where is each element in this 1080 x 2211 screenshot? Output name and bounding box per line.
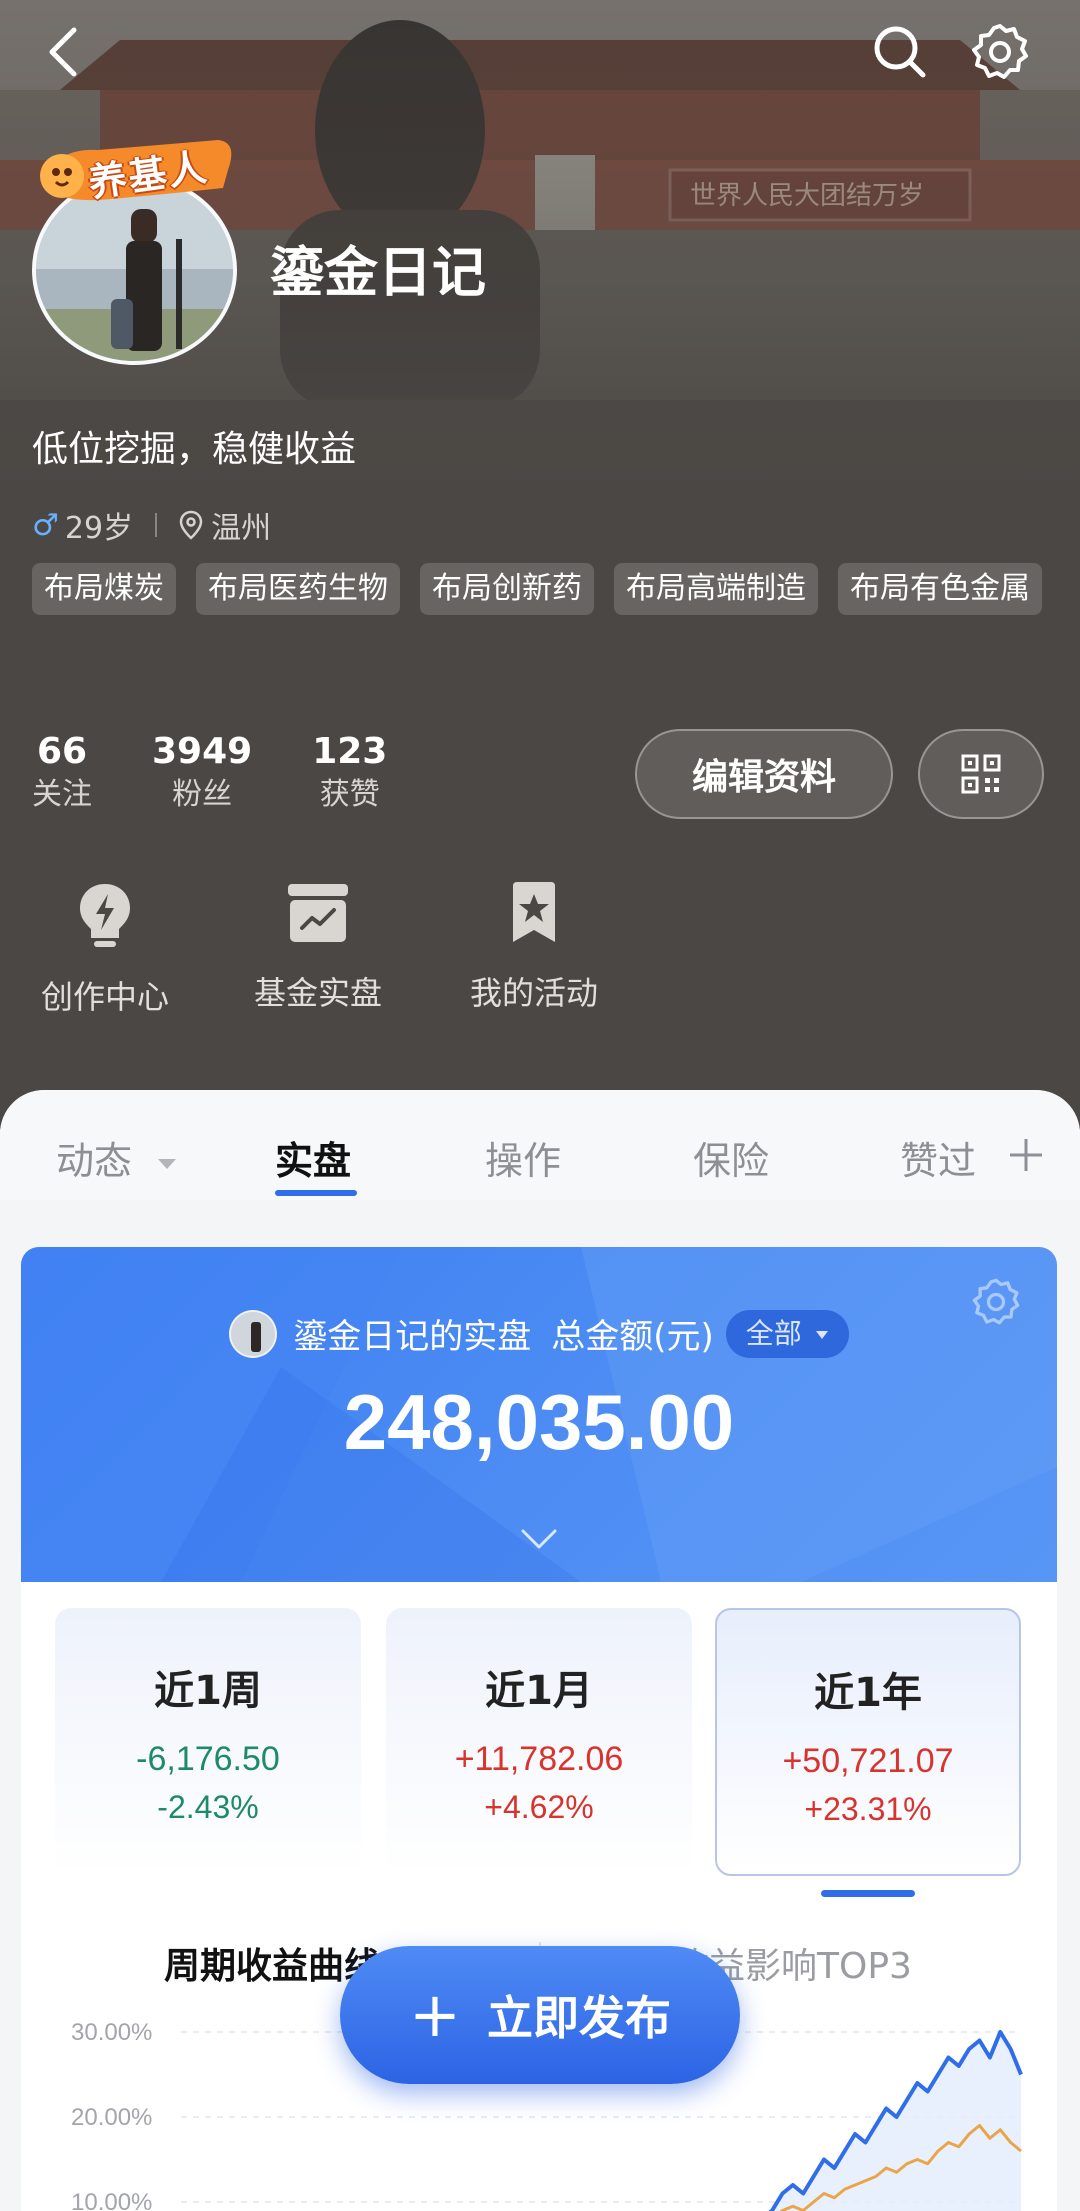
avatar-badge: 养基人 — [28, 130, 243, 210]
total-amount: 248,035.00 — [343, 1378, 735, 1466]
shortcut-bar: 创作中心 基金实盘 我的活动 — [20, 880, 662, 1018]
shortcut-label: 基金实盘 — [253, 974, 382, 1012]
perf-period: 近1周 — [154, 1668, 262, 1714]
tag-item[interactable]: 布局创新药 — [420, 563, 594, 615]
tag-item[interactable]: 布局煤炭 — [32, 563, 176, 615]
plus-icon[interactable] — [1008, 1137, 1044, 1173]
stat-label: 获赞 — [319, 777, 380, 812]
caret-down-icon — [158, 1158, 177, 1169]
scope-label: 全部 — [745, 1316, 802, 1350]
total-label: 总金额(元) — [551, 1317, 714, 1357]
settings-button[interactable] — [960, 12, 1040, 92]
y-tick-label: 10.00% — [71, 2189, 152, 2211]
location: 温州 — [211, 511, 272, 546]
tab-liked[interactable]: 赞过 — [900, 1130, 976, 1185]
profile-stats: 66 关注 3949 粉丝 123 获赞 — [32, 730, 447, 816]
stat-label: 粉丝 — [172, 777, 233, 812]
perf-percent: +23.31% — [804, 1791, 932, 1827]
tab-insurance[interactable]: 保险 — [693, 1130, 769, 1185]
scope-selector[interactable]: 全部 — [725, 1309, 849, 1358]
shortcut-my-activities[interactable]: 我的活动 — [446, 880, 622, 1018]
perf-card-month[interactable]: 近1月 +11,782.06 +4.62% — [386, 1608, 692, 1876]
tab-feed[interactable]: 动态 — [56, 1130, 178, 1185]
y-tick-label: 20.00% — [71, 2104, 152, 2131]
bio: 低位挖掘，稳健收益 — [32, 429, 357, 470]
portfolio-title-row: 鎏金日记的实盘 总金额(元) 全部 — [21, 1309, 1057, 1358]
stat-number: 66 — [36, 731, 88, 772]
profile-meta: ♂ 29岁 温州 — [32, 503, 271, 547]
chevron-left-icon — [49, 27, 77, 77]
series-area — [741, 2032, 1021, 2211]
perf-percent: +4.62% — [484, 1789, 594, 1825]
caret-down-icon — [815, 1330, 828, 1339]
username: 鎏金日记 — [270, 241, 486, 304]
search-button[interactable] — [860, 12, 940, 92]
tab-operations[interactable]: 操作 — [485, 1130, 561, 1185]
stat-number: 3949 — [152, 731, 253, 772]
y-tick-label: 30.00% — [71, 2019, 152, 2046]
shortcut-fund-portfolio[interactable]: 基金实盘 — [230, 880, 406, 1018]
tag-item[interactable]: 布局医药生物 — [196, 563, 400, 615]
tab-label: 动态 — [56, 1139, 133, 1183]
chart-box-icon — [288, 884, 348, 942]
location-pin-icon — [179, 510, 203, 540]
edit-profile-button[interactable]: 编辑资料 — [635, 729, 893, 819]
tag-list: 布局煤炭 布局医药生物 布局创新药 布局高端制造 布局有色金属 — [32, 563, 1042, 615]
perf-amount: +11,782.06 — [454, 1740, 624, 1778]
age: 29岁 — [64, 511, 134, 546]
perf-card-year[interactable]: 近1年 +50,721.07 +23.31% — [715, 1608, 1021, 1876]
stat-label: 关注 — [32, 777, 92, 812]
mini-avatar — [229, 1309, 278, 1358]
active-tab-indicator — [275, 1190, 357, 1196]
selected-period-indicator — [821, 1890, 915, 1897]
perf-percent: -2.43% — [157, 1789, 259, 1825]
back-button[interactable] — [22, 12, 102, 92]
gender-male-icon: ♂ — [32, 507, 59, 543]
perf-period: 近1年 — [814, 1670, 922, 1716]
qr-code-icon — [961, 754, 1001, 794]
perf-period: 近1月 — [485, 1668, 593, 1714]
divider — [155, 513, 158, 537]
tab-portfolio[interactable]: 实盘 — [275, 1130, 351, 1185]
search-icon — [874, 26, 926, 78]
plus-icon: + — [409, 1978, 461, 2051]
lightning-bulb-icon — [80, 884, 130, 947]
shortcut-label: 创作中心 — [40, 978, 169, 1016]
perf-amount: -6,176.50 — [136, 1740, 280, 1778]
publish-label: 立即发布 — [486, 1991, 671, 2045]
perf-amount: +50,721.07 — [782, 1742, 954, 1780]
qr-code-button[interactable] — [918, 729, 1044, 819]
shortcut-label: 我的活动 — [469, 974, 598, 1012]
performance-section: 近1周 -6,176.50 -2.43% 近1月 +11,782.06 +4.6… — [21, 1582, 1057, 2211]
gear-icon — [972, 24, 1028, 79]
portfolio-summary-card: 鎏金日记的实盘 总金额(元) 全部 248,035.00 — [21, 1247, 1057, 1582]
chevron-down-icon[interactable] — [519, 1527, 559, 1551]
stat-number: 123 — [312, 731, 388, 772]
stat-following[interactable]: 66 关注 — [32, 730, 92, 816]
perf-card-week[interactable]: 近1周 -6,176.50 -2.43% — [55, 1608, 361, 1876]
tag-item[interactable]: 布局有色金属 — [838, 563, 1042, 615]
tag-item[interactable]: 布局高端制造 — [614, 563, 818, 615]
tab-bar: 动态 实盘 操作 保险 赞过 — [0, 1090, 1080, 1200]
stat-likes[interactable]: 123 获赞 — [312, 730, 387, 816]
stat-followers[interactable]: 3949 粉丝 — [152, 730, 252, 816]
shortcut-creation-center[interactable]: 创作中心 — [20, 880, 190, 1018]
publish-button[interactable]: + 立即发布 — [340, 1946, 740, 2084]
star-bookmark-icon — [513, 882, 555, 942]
portfolio-owner-title: 鎏金日记的实盘 — [293, 1317, 532, 1357]
